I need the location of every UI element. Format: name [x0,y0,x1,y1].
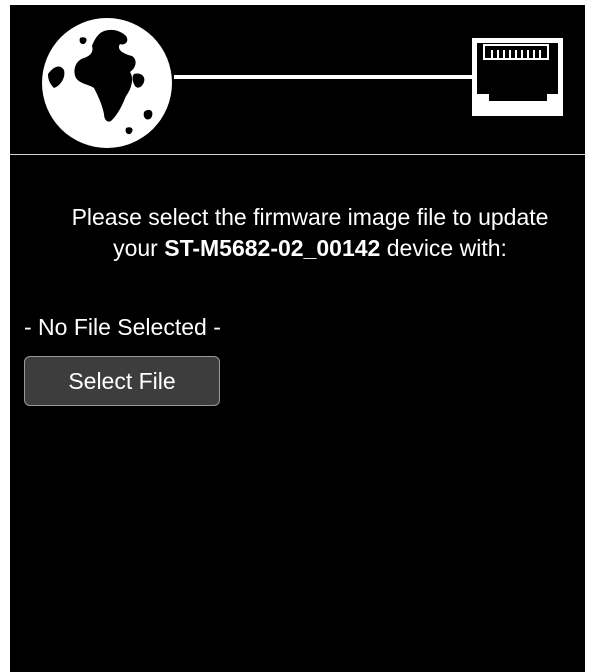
ethernet-port-icon [472,38,563,116]
file-status-text: - No File Selected - [24,314,221,340]
globe-icon [42,18,172,148]
firmware-update-panel: Please select the firmware image file to… [10,5,585,672]
firmware-prompt: Please select the firmware image file to… [50,202,570,264]
select-file-button[interactable]: Select File [24,356,220,406]
header-divider [10,154,585,155]
prompt-text-end: device with: [380,235,507,261]
connection-header [10,5,585,154]
connection-line [174,75,472,79]
device-name: ST-M5682-02_00142 [164,235,381,261]
